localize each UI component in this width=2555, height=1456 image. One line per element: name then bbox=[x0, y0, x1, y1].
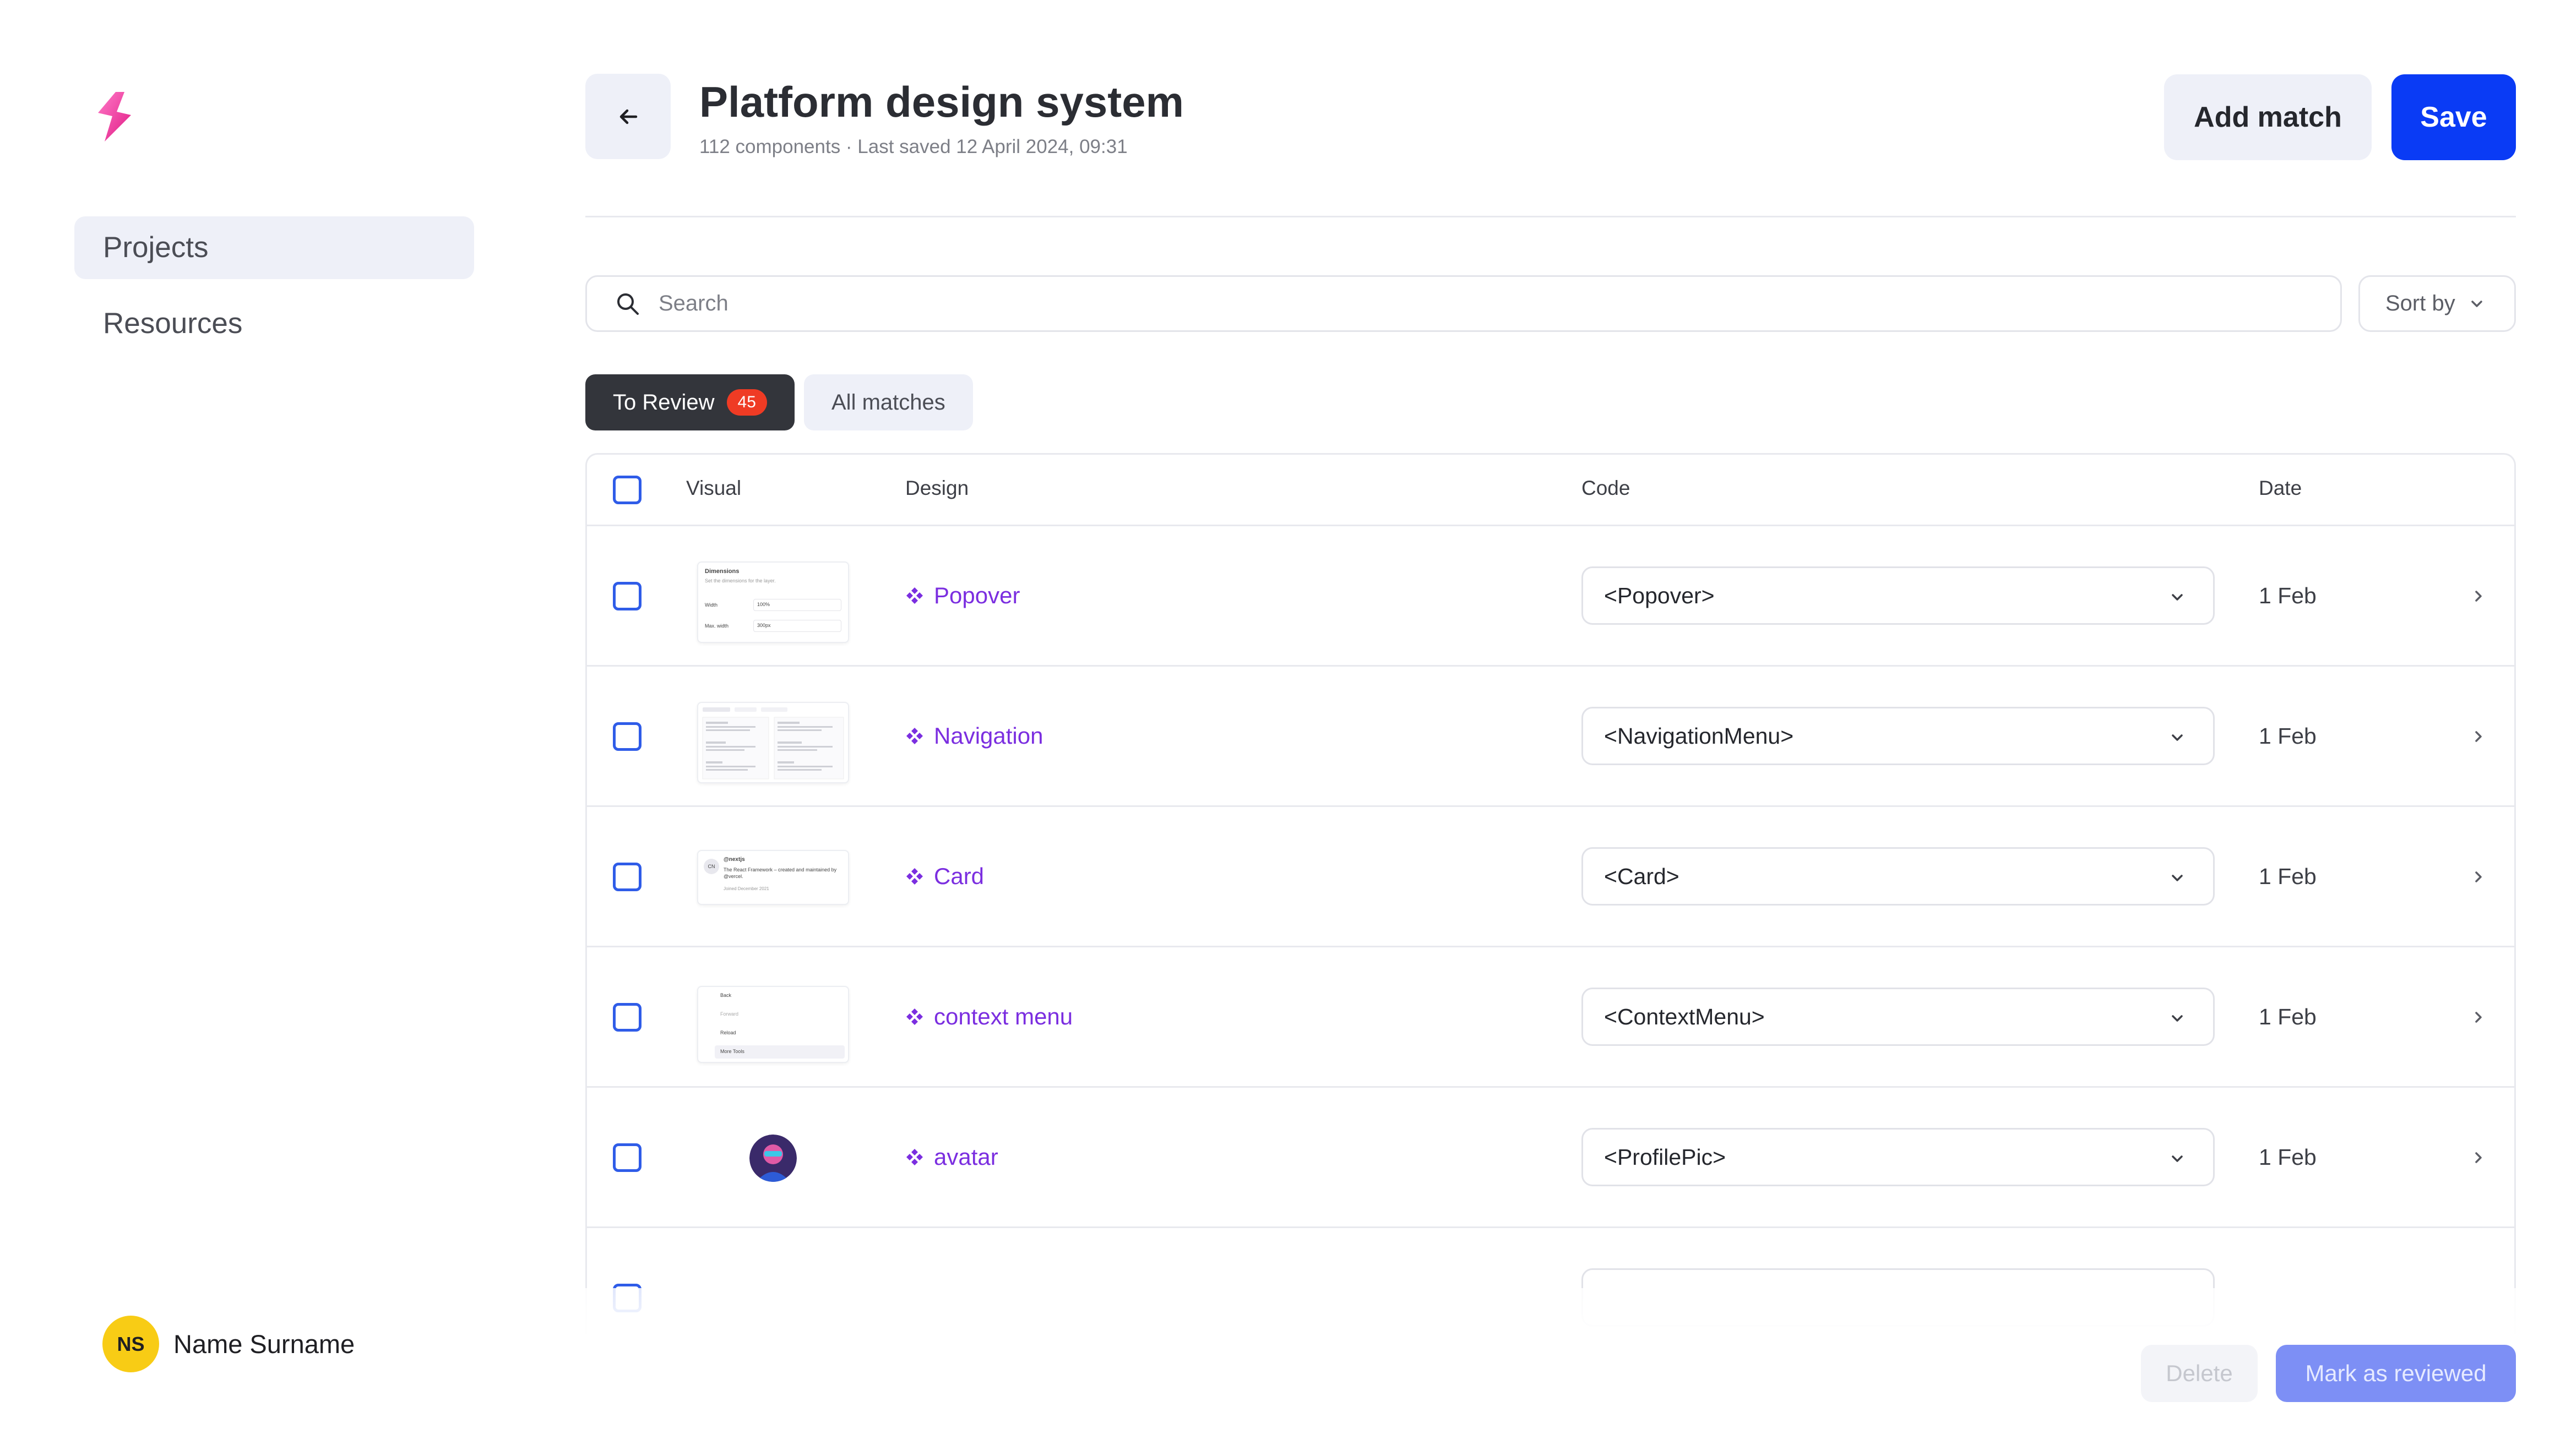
chevron-down-icon bbox=[2172, 1155, 2183, 1162]
row-checkbox[interactable] bbox=[613, 1143, 642, 1172]
code-select[interactable]: <ContextMenu> bbox=[1581, 988, 2215, 1046]
add-match-button[interactable]: Add match bbox=[2164, 74, 2372, 160]
design-name: avatar bbox=[934, 1144, 998, 1170]
chevron-right-icon[interactable] bbox=[2470, 869, 2487, 885]
component-icon bbox=[906, 587, 923, 604]
date-cell: 1 Feb bbox=[2259, 863, 2317, 889]
row-checkbox[interactable] bbox=[613, 722, 642, 751]
column-header-design: Design bbox=[905, 477, 969, 499]
tab-all-matches[interactable]: All matches bbox=[804, 374, 973, 430]
popover-thumbnail: Dimensions Set the dimensions for the la… bbox=[697, 561, 849, 643]
code-value: <Card> bbox=[1604, 863, 1679, 889]
search-icon bbox=[617, 293, 639, 315]
code-select[interactable]: <NavigationMenu> bbox=[1581, 707, 2215, 765]
user-name: Name Surname bbox=[173, 1329, 355, 1359]
design-name: Navigation bbox=[934, 723, 1043, 749]
code-value: <Popover> bbox=[1604, 582, 1715, 608]
sort-dropdown[interactable]: Sort by bbox=[2358, 275, 2516, 332]
chevron-right-icon[interactable] bbox=[2470, 588, 2487, 604]
save-button[interactable]: Save bbox=[2391, 74, 2516, 160]
page-title: Platform design system bbox=[699, 78, 1184, 126]
header-divider bbox=[585, 216, 2516, 217]
delete-button[interactable]: Delete bbox=[2141, 1345, 2258, 1402]
row-checkbox[interactable] bbox=[613, 582, 642, 610]
avatar-thumbnail bbox=[749, 1135, 797, 1182]
sidebar-item-projects[interactable]: Projects bbox=[74, 216, 474, 279]
chevron-down-icon bbox=[2172, 734, 2183, 741]
tab-label: To Review bbox=[613, 390, 715, 415]
component-icon bbox=[906, 728, 923, 744]
code-select[interactable]: <Popover> bbox=[1581, 566, 2215, 625]
component-icon bbox=[906, 1008, 923, 1025]
navigation-thumbnail bbox=[697, 702, 849, 783]
table-row[interactable]: Dimensions Set the dimensions for the la… bbox=[587, 526, 2514, 667]
navigation-preview-graphic bbox=[702, 707, 844, 779]
chevron-right-icon[interactable] bbox=[2470, 1149, 2487, 1166]
chevron-down-icon bbox=[2172, 875, 2183, 881]
column-header-date: Date bbox=[2259, 477, 2302, 499]
chevron-right-icon[interactable] bbox=[2470, 728, 2487, 745]
tab-label: All matches bbox=[831, 390, 945, 415]
design-link[interactable]: Card bbox=[905, 807, 984, 946]
table-header: Visual Design Code Date bbox=[587, 455, 2514, 526]
design-link[interactable]: avatar bbox=[905, 1088, 998, 1226]
count-badge: 45 bbox=[726, 389, 767, 416]
back-button[interactable] bbox=[585, 74, 671, 159]
search-bar bbox=[585, 275, 2342, 332]
design-link[interactable]: context menu bbox=[905, 947, 1073, 1086]
row-checkbox[interactable] bbox=[613, 863, 642, 891]
table-row[interactable]: Back Forward Reload More Tools context m… bbox=[587, 947, 2514, 1088]
component-icon bbox=[906, 1149, 923, 1165]
sidebar-item-resources[interactable]: Resources bbox=[74, 292, 474, 355]
avatar: NS bbox=[102, 1316, 159, 1372]
table-row[interactable]: Navigation <NavigationMenu> 1 Feb bbox=[587, 667, 2514, 807]
code-select[interactable]: <Card> bbox=[1581, 847, 2215, 906]
code-value: <ContextMenu> bbox=[1604, 1004, 1765, 1029]
chevron-down-icon bbox=[2172, 1015, 2183, 1022]
sort-label: Sort by bbox=[2385, 291, 2455, 315]
chevron-right-icon[interactable] bbox=[2470, 1009, 2487, 1026]
matches-table: Visual Design Code Date Dimensions Set t… bbox=[585, 453, 2516, 1334]
page-subtitle: 112 components · Last saved 12 April 202… bbox=[699, 136, 1128, 157]
column-header-code: Code bbox=[1581, 477, 1630, 499]
design-name: context menu bbox=[934, 1004, 1073, 1029]
tab-to-review[interactable]: To Review 45 bbox=[585, 374, 795, 430]
user-profile[interactable]: NS Name Surname bbox=[102, 1316, 355, 1372]
design-name: Card bbox=[934, 863, 985, 889]
context-menu-thumbnail: Back Forward Reload More Tools bbox=[697, 986, 849, 1063]
date-cell: 1 Feb bbox=[2259, 1144, 2317, 1170]
chevron-down-icon bbox=[2172, 594, 2183, 601]
sidebar-item-label: Projects bbox=[103, 231, 209, 264]
sidebar-item-label: Resources bbox=[103, 307, 243, 340]
search-input[interactable] bbox=[659, 291, 2255, 316]
select-all-checkbox[interactable] bbox=[613, 476, 642, 504]
design-name: Popover bbox=[934, 582, 1020, 608]
design-link[interactable]: Popover bbox=[905, 526, 1020, 665]
column-header-visual: Visual bbox=[686, 477, 742, 499]
chevron-down-icon bbox=[2471, 300, 2482, 307]
code-value: <NavigationMenu> bbox=[1604, 723, 1794, 749]
arrow-left-icon bbox=[619, 109, 637, 124]
card-thumbnail: CN @nextjs The React Framework – created… bbox=[697, 850, 849, 905]
table-row[interactable]: avatar <ProfilePic> 1 Feb bbox=[587, 1088, 2514, 1228]
bolt-logo-icon bbox=[93, 91, 137, 143]
row-checkbox[interactable] bbox=[613, 1003, 642, 1032]
mark-as-reviewed-button[interactable]: Mark as reviewed bbox=[2276, 1345, 2516, 1402]
code-select[interactable]: <ProfilePic> bbox=[1581, 1128, 2215, 1186]
date-cell: 1 Feb bbox=[2259, 723, 2317, 749]
component-icon bbox=[906, 868, 923, 885]
table-row[interactable]: CN @nextjs The React Framework – created… bbox=[587, 807, 2514, 947]
date-cell: 1 Feb bbox=[2259, 582, 2317, 608]
date-cell: 1 Feb bbox=[2259, 1004, 2317, 1029]
design-link[interactable]: Navigation bbox=[905, 667, 1043, 805]
code-value: <ProfilePic> bbox=[1604, 1144, 1726, 1170]
